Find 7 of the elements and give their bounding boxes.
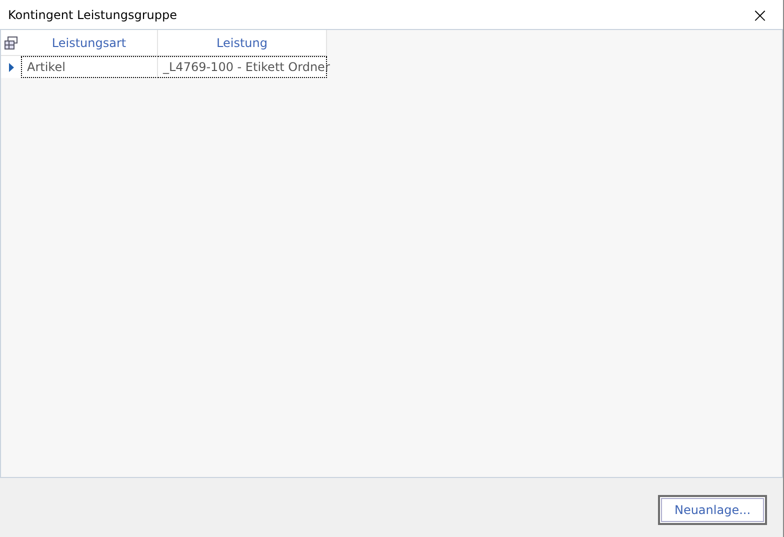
column-header[interactable]: Leistung	[158, 30, 327, 56]
close-button[interactable]: ×	[737, 0, 783, 29]
new-entry-button[interactable]: Neuanlage...	[658, 495, 767, 525]
column-chooser-icon[interactable]	[4, 36, 18, 50]
column-header[interactable]: Leistungsart	[21, 30, 158, 56]
table-cell: Artikel	[21, 56, 158, 78]
window-title: Kontingent Leistungsgruppe	[8, 8, 177, 22]
